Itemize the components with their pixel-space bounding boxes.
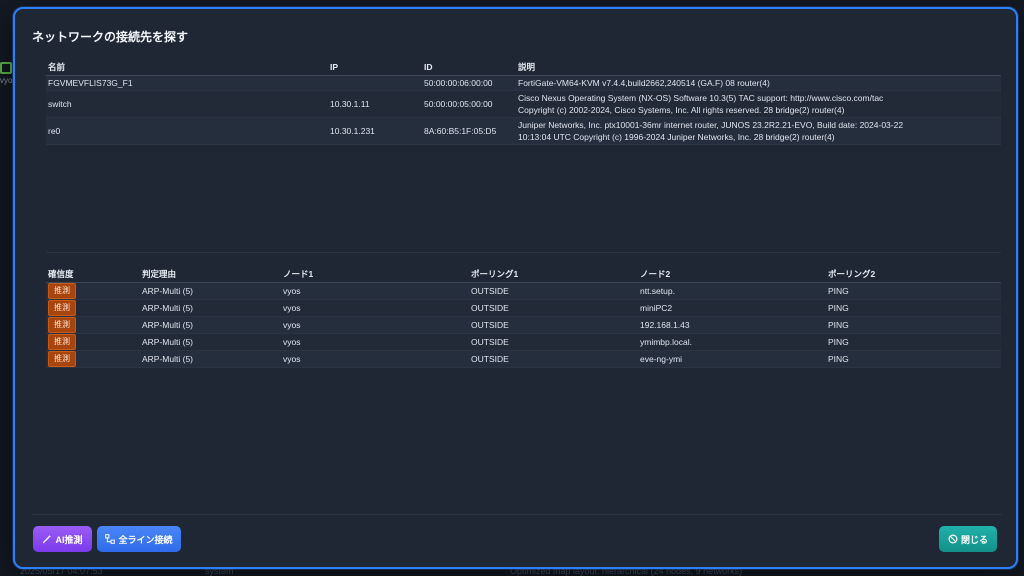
confidence-badge: 推測 bbox=[48, 333, 76, 350]
device-row[interactable]: re0 10.30.1.231 8A:60:B5:1F:05:D5 Junipe… bbox=[46, 117, 1001, 144]
connection-row[interactable]: 推測 ARP-Multi (5) vyos OUTSIDE ntt.setup.… bbox=[46, 282, 1001, 299]
network-link-icon bbox=[105, 534, 116, 544]
connection-table: 確信度 判定理由 ノード1 ポーリング1 ノード2 ポーリング2 推測 ARP-… bbox=[46, 267, 1001, 368]
device-id: 50:00:00:05:00:00 bbox=[422, 90, 516, 117]
magic-wand-icon bbox=[43, 534, 52, 544]
connection-row[interactable]: 推測 ARP-Multi (5) vyos OUTSIDE eve-ng-ymi… bbox=[46, 350, 1001, 367]
judgment-reason: ARP-Multi (5) bbox=[140, 299, 281, 316]
node2: miniPC2 bbox=[638, 299, 826, 316]
polling2: PING bbox=[826, 299, 1001, 316]
column-header-ip[interactable]: IP bbox=[328, 60, 422, 76]
column-header-name[interactable]: 名前 bbox=[46, 60, 328, 76]
modal-title: ネットワークの接続先を探す bbox=[32, 30, 189, 44]
judgment-reason: ARP-Multi (5) bbox=[140, 350, 281, 367]
ai-infer-label: AI推測 bbox=[55, 534, 83, 545]
device-ip: 10.30.1.231 bbox=[328, 117, 422, 144]
node1: vyos bbox=[281, 350, 469, 367]
confidence-badge: 推測 bbox=[48, 282, 76, 299]
node1: vyos bbox=[281, 333, 469, 350]
node2: 192.168.1.43 bbox=[638, 316, 826, 333]
background-node: vyos bbox=[0, 62, 16, 92]
close-button[interactable]: 閉じる bbox=[939, 526, 997, 552]
column-header-node2[interactable]: ノード2 bbox=[638, 267, 826, 283]
column-header-reason[interactable]: 判定理由 bbox=[140, 267, 281, 283]
polling2: PING bbox=[826, 282, 1001, 299]
device-table: 名前 IP ID 説明 FGVMEVFLIS73G_F1 50:00:00:06… bbox=[46, 60, 1001, 145]
column-header-node1[interactable]: ノード1 bbox=[281, 267, 469, 283]
judgment-reason: ARP-Multi (5) bbox=[140, 316, 281, 333]
description-line: Cisco Nexus Operating System (NX-OS) Sof… bbox=[518, 92, 884, 103]
footer-divider bbox=[32, 514, 1002, 515]
connect-all-lines-button[interactable]: 全ライン接続 bbox=[97, 526, 181, 552]
description-line: Juniper Networks, Inc. ptx10001-36mr int… bbox=[518, 119, 904, 130]
column-header-polling2[interactable]: ポーリング2 bbox=[826, 267, 1001, 283]
polling1: OUTSIDE bbox=[469, 333, 638, 350]
device-description: FortiGate-VM64-KVM v7.4.4,build2662,2405… bbox=[516, 75, 1001, 90]
device-row[interactable]: FGVMEVFLIS73G_F1 50:00:00:06:00:00 Forti… bbox=[46, 75, 1001, 90]
ai-infer-button[interactable]: AI推測 bbox=[33, 526, 92, 552]
polling2: PING bbox=[826, 350, 1001, 367]
node2: ntt.setup. bbox=[638, 282, 826, 299]
column-header-polling1[interactable]: ポーリング1 bbox=[469, 267, 638, 283]
device-description: Juniper Networks, Inc. ptx10001-36mr int… bbox=[516, 117, 1001, 144]
device-name: re0 bbox=[46, 117, 328, 144]
polling2: PING bbox=[826, 316, 1001, 333]
column-header-confidence[interactable]: 確信度 bbox=[46, 267, 140, 283]
device-id: 50:00:00:06:00:00 bbox=[422, 75, 516, 90]
judgment-reason: ARP-Multi (5) bbox=[140, 333, 281, 350]
column-header-description[interactable]: 説明 bbox=[516, 60, 1001, 76]
connection-row[interactable]: 推測 ARP-Multi (5) vyos OUTSIDE miniPC2 PI… bbox=[46, 299, 1001, 316]
device-ip bbox=[328, 75, 422, 90]
node2: eve-ng-ymi bbox=[638, 350, 826, 367]
device-name: switch bbox=[46, 90, 328, 117]
node1: vyos bbox=[281, 316, 469, 333]
description-line: 10:13:04 UTC Copyright (c) 1996-2024 Jun… bbox=[518, 131, 835, 142]
node1: vyos bbox=[281, 282, 469, 299]
polling1: OUTSIDE bbox=[469, 282, 638, 299]
router-icon bbox=[0, 62, 12, 74]
connection-row[interactable]: 推測 ARP-Multi (5) vyos OUTSIDE 192.168.1.… bbox=[46, 316, 1001, 333]
polling1: OUTSIDE bbox=[469, 316, 638, 333]
prohibit-icon bbox=[948, 534, 958, 544]
polling2: PING bbox=[826, 333, 1001, 350]
description-line: Copyright (c) 2002-2024, Cisco Systems, … bbox=[518, 104, 845, 115]
connection-table-header: 確信度 判定理由 ノード1 ポーリング1 ノード2 ポーリング2 bbox=[46, 267, 1001, 283]
device-name: FGVMEVFLIS73G_F1 bbox=[46, 75, 328, 90]
connection-row[interactable]: 推測 ARP-Multi (5) vyos OUTSIDE ymimbp.loc… bbox=[46, 333, 1001, 350]
device-id: 8A:60:B5:1F:05:D5 bbox=[422, 117, 516, 144]
confidence-badge: 推測 bbox=[48, 299, 76, 316]
description-line: FortiGate-VM64-KVM v7.4.4,build2662,2405… bbox=[518, 77, 770, 88]
device-table-header: 名前 IP ID 説明 bbox=[46, 60, 1001, 76]
node1: vyos bbox=[281, 299, 469, 316]
node2: ymimbp.local. bbox=[638, 333, 826, 350]
polling1: OUTSIDE bbox=[469, 299, 638, 316]
close-label: 閉じる bbox=[960, 534, 988, 545]
judgment-reason: ARP-Multi (5) bbox=[140, 282, 281, 299]
device-row[interactable]: switch 10.30.1.11 50:00:00:05:00:00 Cisc… bbox=[46, 90, 1001, 117]
device-description: Cisco Nexus Operating System (NX-OS) Sof… bbox=[516, 90, 1001, 117]
discover-connections-modal: ネットワークの接続先を探す 名前 IP ID 説明 FGVMEVFLIS73G_… bbox=[13, 7, 1018, 569]
section-divider bbox=[46, 252, 1001, 253]
device-ip: 10.30.1.11 bbox=[328, 90, 422, 117]
confidence-badge: 推測 bbox=[48, 350, 76, 367]
polling1: OUTSIDE bbox=[469, 350, 638, 367]
column-header-id[interactable]: ID bbox=[422, 60, 516, 76]
connect-all-lines-label: 全ライン接続 bbox=[118, 534, 173, 545]
confidence-badge: 推測 bbox=[48, 316, 76, 333]
